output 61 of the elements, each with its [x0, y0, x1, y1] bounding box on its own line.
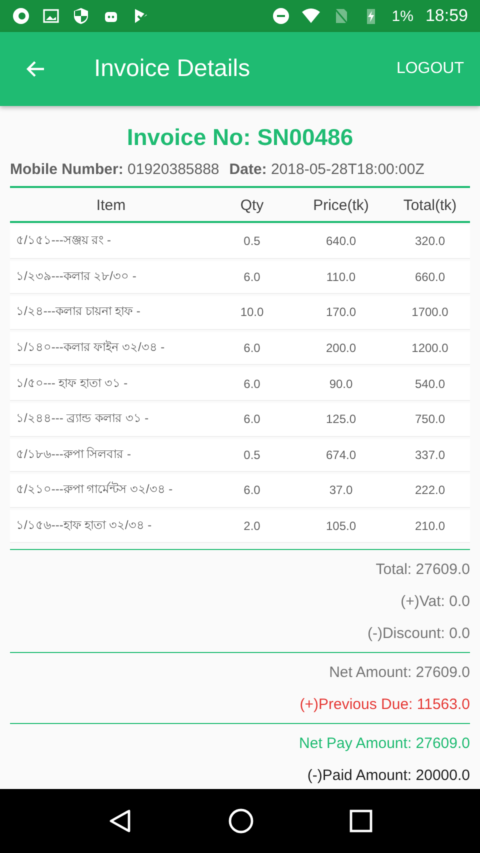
logout-button[interactable]: LOGOUT: [396, 54, 464, 84]
table-cell-text: 0.5: [242, 448, 262, 462]
clock-time: 18:59: [425, 6, 468, 26]
do-not-disturb-icon: [272, 7, 290, 25]
table-cell-text: 750.0: [414, 412, 446, 426]
table-cell-text: 170.0: [324, 305, 358, 320]
table-cell-text: 2.0: [242, 519, 262, 534]
table-cell-text: 110.0: [325, 270, 357, 284]
app-icon: [12, 7, 30, 25]
table-cell-text: ৫/১৮৬---রুপা সিলবার -: [15, 446, 132, 463]
table-cell-text: 1200.0: [410, 341, 450, 356]
recents-icon[interactable]: [348, 809, 373, 833]
table-cell-text: 320.0: [414, 234, 446, 248]
column-header: Qty: [239, 196, 265, 216]
wifi-icon: [302, 7, 320, 25]
summary-line: Net Amount: 27609.0: [329, 663, 470, 684]
summary-line: (+)Previous Due: 11563.0: [300, 695, 470, 716]
table-cell-text: 6.0: [242, 483, 262, 498]
column-header: Price(tk): [312, 196, 370, 216]
summary-line: (-)Discount: 0.0: [367, 624, 470, 644]
summary-line: Total: 27609.0: [376, 560, 470, 580]
table-cell-text: 105.0: [324, 519, 358, 534]
invoice-date: Date: 2018-05-28T18:00:00Z: [229, 161, 424, 178]
table-cell-text: 200.0: [324, 341, 358, 356]
table-cell-text: 6.0: [242, 341, 262, 356]
home-icon[interactable]: [228, 808, 254, 834]
table-cell-text: 540.0: [414, 376, 446, 391]
summary-line: (+)Vat: 0.0: [400, 592, 470, 612]
table-cell-text: 6.0: [242, 270, 262, 284]
summary-line: (-)Paid Amount: 20000.0: [307, 766, 470, 786]
table-cell-text: 6.0: [242, 376, 262, 391]
table-cell-text: ১/৫০--- হাফ হাতা ৩১ -: [15, 374, 129, 392]
table-cell-text: ১/১৫৬---হাফ হাতা ৩২/৩৪ -: [15, 517, 153, 534]
table-cell-text: 125.0: [324, 412, 358, 426]
summary-line: Net Pay Amount: 27609.0: [299, 734, 470, 754]
table-cell-text: 1700.0: [410, 305, 450, 320]
image-icon: [42, 7, 60, 25]
battery-level: 1%: [392, 8, 414, 24]
table-cell-text: 660.0: [414, 270, 446, 284]
table-cell-text: ১/২৪৪--- ব্র্যান্ড কলার ৩১ -: [15, 410, 150, 428]
column-header: Total(tk): [402, 196, 458, 216]
table-cell-text: ১/১৪০---কলার ফাইন ৩২/৩৪ -: [15, 339, 166, 356]
column-header: Item: [95, 196, 127, 216]
table-cell-text: 90.0: [328, 376, 354, 391]
table-cell-text: ৫/১৫১---সঞ্জয় রং -: [15, 232, 112, 250]
table-cell-text: 0.5: [242, 234, 262, 248]
table-cell-text: 210.0: [414, 519, 446, 534]
invoice-number: Invoice No: SN00486: [126, 124, 354, 151]
table-cell-text: 6.0: [242, 412, 262, 426]
table-cell-text: ১/২৩৯---কলার ২৮/৩০ -: [15, 268, 138, 285]
table-cell-text: 222.0: [414, 483, 446, 498]
table-cell-text: ১/২৪---কলার চায়না হাফ -: [15, 303, 142, 320]
table-cell-text: 10.0: [239, 305, 265, 320]
screen-title: Invoice Details: [94, 55, 252, 83]
shield-icon: [72, 7, 90, 25]
table-cell-text: 640.0: [324, 234, 358, 248]
table-cell-text: 337.0: [414, 448, 446, 462]
mobile-number: Mobile Number: 01920385888: [10, 161, 220, 178]
table-cell-text: 674.0: [324, 448, 358, 462]
table-cell-text: 37.0: [328, 483, 354, 498]
table-cell-text: ৫/২১০---রুপা গার্মেন্টস ৩২/৩৪ -: [15, 480, 174, 498]
